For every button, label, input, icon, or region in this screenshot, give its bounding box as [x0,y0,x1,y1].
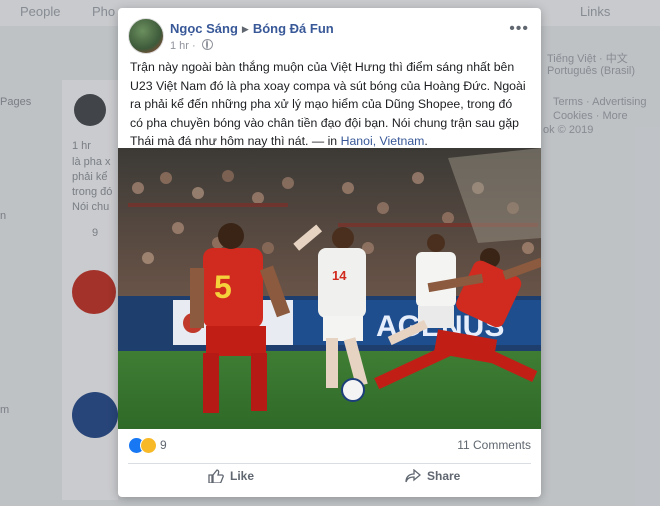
post-header: Ngọc Sáng ▶ Bóng Đá Fun 1 hr · ••• [128,18,531,58]
comments-count-link[interactable]: 11 Comments [457,438,531,452]
post-text: Trận này ngoài bàn thắng muộn của Việt H… [130,58,528,151]
football-match-photo: AGENUS 5 14 [118,148,541,429]
post-meta: 1 hr · [170,39,213,52]
share-button[interactable]: Share [405,468,461,483]
author-avatar[interactable] [128,18,164,54]
post-body-text: Trận này ngoài bàn thắng muộn của Việt H… [130,60,526,148]
share-arrow-icon [405,468,422,483]
post-card: Ngọc Sáng ▶ Bóng Đá Fun 1 hr · ••• Trận nà… [118,8,541,497]
jersey-number-5: 5 [214,269,232,305]
reaction-count[interactable]: 9 [160,438,167,452]
action-bar: Like Share [128,463,531,490]
like-button[interactable]: Like [208,469,255,484]
thumbs-up-icon [208,469,224,484]
post-body-end: . [424,134,428,148]
more-options-icon[interactable]: ••• [509,20,529,38]
globe-icon [201,39,213,50]
author-line: Ngọc Sáng ▶ Bóng Đá Fun [170,21,334,36]
haha-reaction-icon [140,437,157,454]
like-label: Like [230,469,255,483]
share-label: Share [427,469,461,483]
jersey-number-14: 14 [332,268,347,283]
location-link[interactable]: Hanoi, Vietnam [341,134,425,148]
post-photo[interactable]: AGENUS 5 14 [118,148,541,429]
page-name-link[interactable]: Bóng Đá Fun [253,21,334,36]
post-timestamp[interactable]: 1 hr [170,40,189,52]
football [341,378,365,402]
arrow-right-icon: ▶ [241,24,249,34]
reactions-bar: 9 11 Comments [128,437,531,455]
author-name-link[interactable]: Ngọc Sáng [170,21,238,36]
